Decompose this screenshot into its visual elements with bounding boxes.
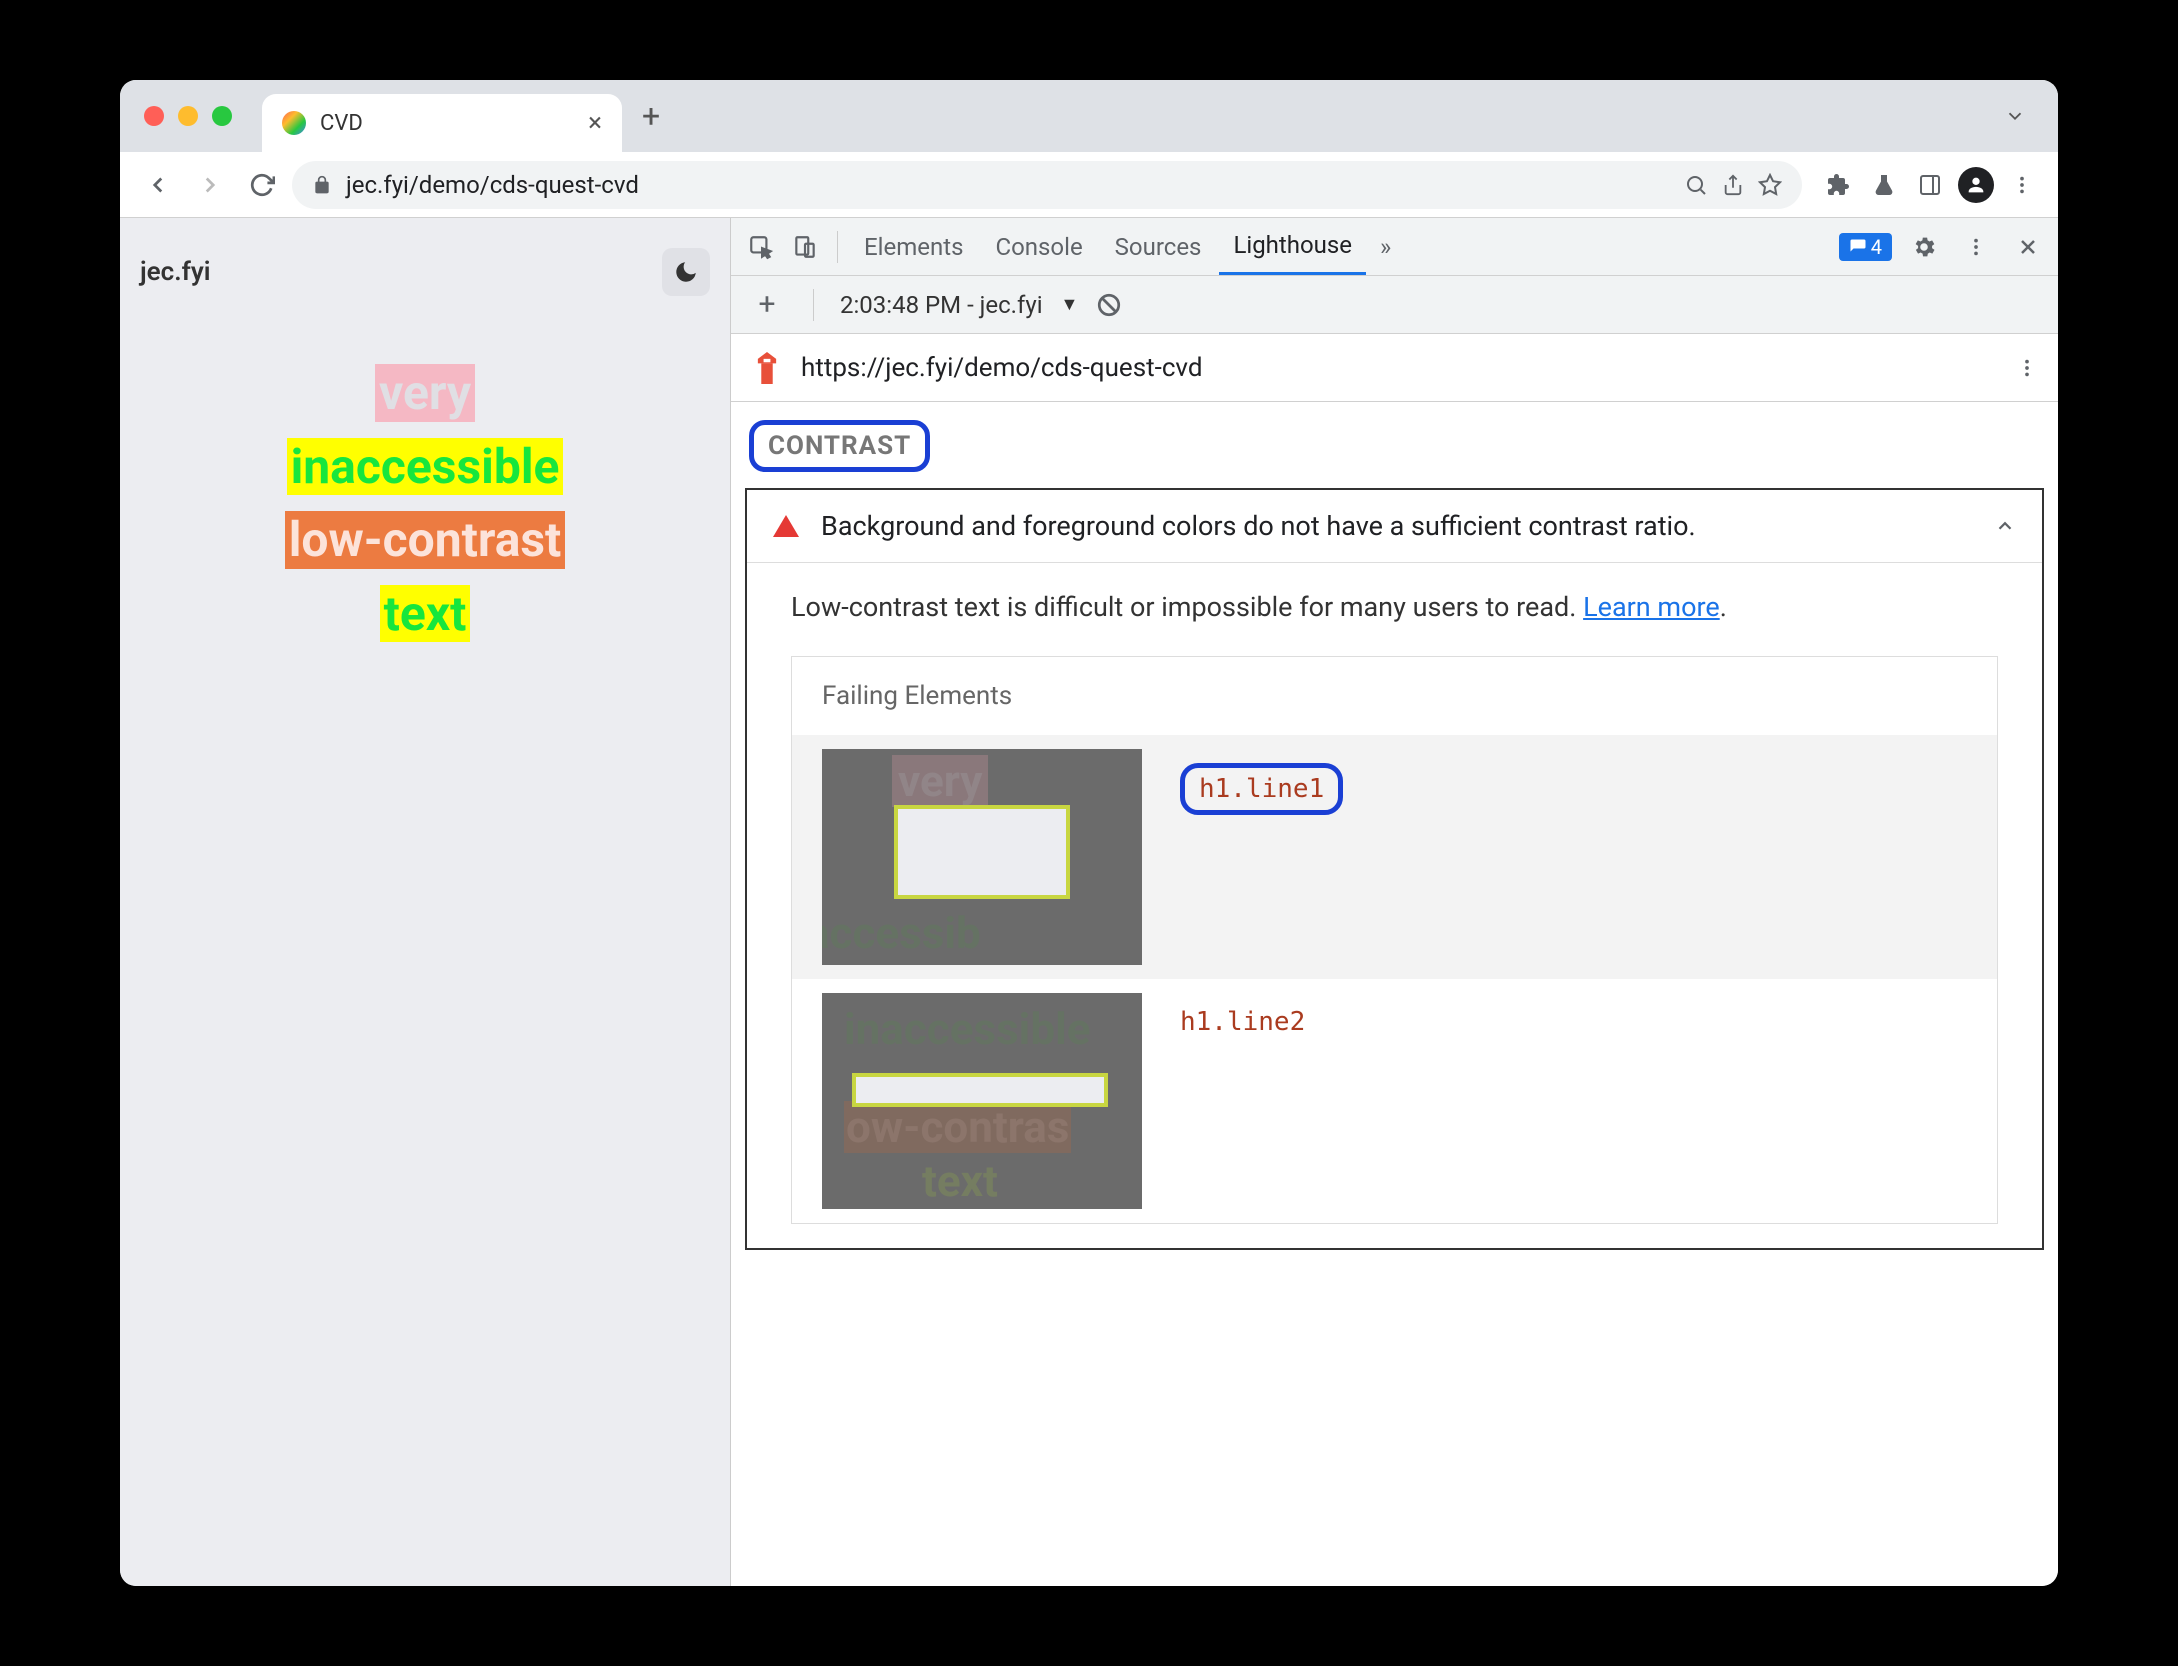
demo-line-4: text bbox=[380, 585, 471, 643]
settings-icon[interactable] bbox=[1904, 227, 1944, 267]
close-window[interactable] bbox=[144, 106, 164, 126]
forward-button[interactable] bbox=[188, 163, 232, 207]
new-report-icon[interactable]: + bbox=[747, 285, 787, 325]
address-bar: jec.fyi/demo/cds-quest-cvd bbox=[120, 152, 2058, 218]
audit-title: Background and foreground colors do not … bbox=[821, 510, 1972, 542]
lighthouse-menu-icon[interactable] bbox=[2016, 357, 2038, 379]
demo-line-3: low-contrast bbox=[285, 511, 566, 569]
share-icon[interactable] bbox=[1722, 174, 1744, 196]
window-controls bbox=[144, 106, 232, 126]
lighthouse-subbar: + 2:03:48 PM - jec.fyi ▼ bbox=[731, 276, 2058, 334]
close-devtools-icon[interactable] bbox=[2008, 227, 2048, 267]
maximize-window[interactable] bbox=[212, 106, 232, 126]
tab-title: CVD bbox=[320, 111, 574, 136]
lighthouse-url: https://jec.fyi/demo/cds-quest-cvd bbox=[801, 353, 1998, 383]
tab-strip: CVD × + bbox=[120, 80, 2058, 152]
devtools-menu-icon[interactable] bbox=[1956, 227, 1996, 267]
omnibox[interactable]: jec.fyi/demo/cds-quest-cvd bbox=[292, 161, 1802, 209]
tab-lighthouse[interactable]: Lighthouse bbox=[1219, 218, 1366, 275]
lighthouse-body: CONTRAST Background and foreground color… bbox=[731, 402, 2058, 1586]
category-label: CONTRAST bbox=[768, 431, 911, 461]
element-thumbnail: very accessib bbox=[822, 749, 1142, 965]
more-tabs-icon[interactable]: » bbox=[1370, 233, 1401, 261]
chevron-up-icon bbox=[1994, 515, 2016, 537]
dark-mode-toggle[interactable] bbox=[662, 248, 710, 296]
new-tab-button[interactable]: + bbox=[642, 97, 660, 135]
learn-more-link[interactable]: Learn more bbox=[1583, 591, 1720, 623]
issues-badge[interactable]: 4 bbox=[1839, 233, 1892, 261]
element-selector: h1.line2 bbox=[1180, 1007, 1305, 1037]
tab-elements[interactable]: Elements bbox=[850, 218, 977, 275]
failing-elements-title: Failing Elements bbox=[792, 657, 1997, 735]
minimize-window[interactable] bbox=[178, 106, 198, 126]
audit-header[interactable]: Background and foreground colors do not … bbox=[747, 490, 2042, 562]
failing-element-row[interactable]: inaccessible ow-contras text h1.line2 bbox=[792, 979, 1997, 1223]
back-button[interactable] bbox=[136, 163, 180, 207]
demo-line-1: very bbox=[375, 364, 475, 422]
search-icon[interactable] bbox=[1684, 173, 1708, 197]
issues-count: 4 bbox=[1871, 235, 1882, 259]
devtools-tabs: Elements Console Sources Lighthouse » 4 bbox=[731, 218, 2058, 276]
warning-icon bbox=[773, 515, 799, 537]
lighthouse-logo-icon bbox=[751, 352, 783, 384]
element-thumbnail: inaccessible ow-contras text bbox=[822, 993, 1142, 1209]
report-timestamp: 2:03:48 PM - jec.fyi bbox=[840, 291, 1043, 319]
lighthouse-header: https://jec.fyi/demo/cds-quest-cvd bbox=[731, 334, 2058, 402]
page-panel: jec.fyi very inaccessible low-contrast t… bbox=[120, 218, 730, 1586]
browser-tab[interactable]: CVD × bbox=[262, 94, 622, 152]
main-content: jec.fyi very inaccessible low-contrast t… bbox=[120, 218, 2058, 1586]
devtools-panel: Elements Console Sources Lighthouse » 4 bbox=[730, 218, 2058, 1586]
tab-console[interactable]: Console bbox=[981, 218, 1096, 275]
failing-element-row[interactable]: very accessib h1.line1 bbox=[792, 735, 1997, 979]
clear-report-icon[interactable] bbox=[1096, 292, 1122, 318]
browser-menu-icon[interactable] bbox=[2002, 165, 2042, 205]
demo-text: very inaccessible low-contrast text bbox=[140, 356, 710, 650]
report-dropdown-icon[interactable]: ▼ bbox=[1061, 294, 1079, 315]
browser-window: CVD × + jec.fyi/demo/cds-quest-cvd bbox=[120, 80, 2058, 1586]
url-text: jec.fyi/demo/cds-quest-cvd bbox=[346, 171, 1670, 199]
inspect-icon[interactable] bbox=[741, 227, 781, 267]
labs-icon[interactable] bbox=[1864, 165, 1904, 205]
toolbar-icons bbox=[1818, 165, 2042, 205]
close-tab-icon[interactable]: × bbox=[588, 108, 602, 138]
tabs-dropdown[interactable] bbox=[1988, 97, 2042, 135]
device-toggle-icon[interactable] bbox=[785, 227, 825, 267]
audit-body: Low-contrast text is difficult or imposs… bbox=[747, 562, 2042, 1248]
failing-elements-section: Failing Elements very accessib h1.line1 bbox=[791, 656, 1998, 1224]
favicon-icon bbox=[282, 111, 306, 135]
tab-sources[interactable]: Sources bbox=[1101, 218, 1216, 275]
category-contrast[interactable]: CONTRAST bbox=[749, 420, 930, 472]
site-title: jec.fyi bbox=[140, 257, 210, 287]
profile-avatar[interactable] bbox=[1956, 165, 1996, 205]
audit-description: Low-contrast text is difficult or imposs… bbox=[791, 587, 1998, 628]
element-selector: h1.line1 bbox=[1180, 763, 1343, 815]
sidepanel-icon[interactable] bbox=[1910, 165, 1950, 205]
reload-button[interactable] bbox=[240, 163, 284, 207]
bookmark-icon[interactable] bbox=[1758, 173, 1782, 197]
extensions-icon[interactable] bbox=[1818, 165, 1858, 205]
audit-card: Background and foreground colors do not … bbox=[745, 488, 2044, 1250]
page-header: jec.fyi bbox=[140, 248, 710, 296]
demo-line-2: inaccessible bbox=[287, 438, 564, 496]
lock-icon bbox=[312, 175, 332, 195]
